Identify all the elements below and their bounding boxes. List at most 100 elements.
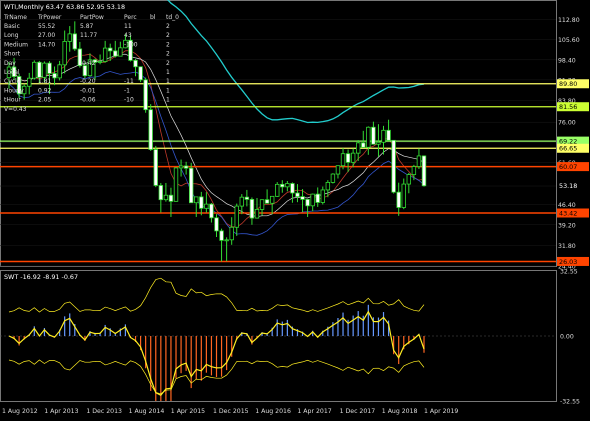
candle-body <box>62 41 67 66</box>
chart-title: WTI,Monthly 63.47 63.86 52.95 53.18 <box>4 3 125 11</box>
price-label-text: 66.65 <box>559 145 577 153</box>
candle-body <box>199 196 204 209</box>
candle-body <box>411 166 417 176</box>
candle-body <box>27 77 32 87</box>
candle-body <box>209 203 214 219</box>
legend-cell: Local <box>4 69 20 76</box>
legend-cell: -0.06 <box>80 97 96 104</box>
candle-body <box>133 59 138 68</box>
candle-body <box>350 152 356 163</box>
legend-cell: 1 <box>166 69 170 76</box>
candle-body <box>320 189 325 203</box>
candle-body <box>345 153 351 163</box>
candle-body <box>204 203 209 209</box>
chart-window: TrName TrPower PartPow Perc bl td_0 Basic 55.52… <box>0 0 590 421</box>
candle-body <box>249 199 255 219</box>
candle-body <box>406 174 412 185</box>
candle-body <box>396 191 401 208</box>
legend-cell: Hourly <box>4 87 24 94</box>
legend-cell: 1 <box>166 78 170 85</box>
time-axis: 1 Aug 2012 1 Apr 2013 1 Dec 2013 1 Aug 2014… <box>2 408 458 415</box>
price-label-text: 26.03 <box>559 258 577 266</box>
candle-body <box>254 209 260 219</box>
candle-body <box>158 185 164 201</box>
candle-body <box>401 183 406 208</box>
price-label-text: 81.56 <box>559 103 577 111</box>
candle-body <box>168 194 174 202</box>
candle-body <box>421 155 427 187</box>
legend-cell: Short <box>4 51 21 58</box>
candle-body <box>275 183 280 197</box>
legend-cell: -11 <box>124 78 134 85</box>
legend-cell: 2 <box>166 23 170 30</box>
candle-body <box>57 64 62 79</box>
candle-body <box>371 126 376 145</box>
candle-body <box>264 199 270 204</box>
y-tick-label: 31.80 <box>558 243 576 250</box>
y-tick-label: 76.00 <box>558 120 576 127</box>
candle-body <box>300 196 305 200</box>
legend-cell: 11 <box>124 23 132 30</box>
candle-body <box>178 165 184 169</box>
candle-body <box>366 126 371 148</box>
x-tick-label: 1 Dec 2013 <box>86 408 122 415</box>
candle-body <box>52 73 57 79</box>
candle-body <box>376 141 381 145</box>
legend-cell: 2 <box>166 32 170 39</box>
candle-body <box>229 226 234 241</box>
legend-header: TrPower <box>37 14 62 21</box>
candle-body <box>416 155 422 167</box>
candle-body <box>108 47 113 52</box>
candle-body <box>280 183 285 188</box>
legend-cell: 14.70 <box>38 41 55 48</box>
candle-body <box>67 33 72 42</box>
price-label-text: 60.07 <box>559 163 577 171</box>
legend-cell: 2.05 <box>38 97 52 104</box>
legend-cell: -1 <box>124 87 130 94</box>
legend-cell: Medium <box>4 41 28 48</box>
legend-cell: Day <box>4 60 16 67</box>
legend-cell: 2 <box>166 41 170 48</box>
legend-cell: 27.00 <box>38 32 55 39</box>
candle-body <box>234 205 239 228</box>
candle-body <box>269 195 275 204</box>
legend-cell: 2 <box>166 60 170 67</box>
candle-body <box>183 165 189 169</box>
candle-body <box>310 193 315 207</box>
legend-header: td_0 <box>166 14 179 21</box>
legend-cell: Basic <box>4 23 20 30</box>
candle-body <box>239 196 245 207</box>
candle-body <box>188 167 194 204</box>
candle-body <box>118 47 123 57</box>
candle-body <box>244 196 250 200</box>
candle-body <box>391 139 396 193</box>
legend-cell: 55.52 <box>38 23 55 30</box>
legend-cell: 1.81 <box>38 78 52 85</box>
legend-header: Perc <box>124 14 137 21</box>
y-tick-label: 98.40 <box>558 57 576 64</box>
candle-body <box>381 129 386 143</box>
legend-cell: 43 <box>124 32 132 39</box>
legend-cell: 5.87 <box>80 23 94 30</box>
legend-cell: Cycle <box>4 78 21 85</box>
x-tick-label: 1 Apr 2015 <box>171 408 205 415</box>
legend-cell: tHour <box>4 97 21 104</box>
legend-cell: -0.20 <box>80 78 96 85</box>
legend-cell: -0.42 <box>80 60 96 67</box>
price-label-text: 89.80 <box>559 80 577 88</box>
x-tick-label: 1 Apr 2019 <box>424 408 458 415</box>
legend-cell: Long <box>4 32 19 39</box>
legend-cell: 1 <box>166 97 170 104</box>
swt-y-tick: 32.55 <box>560 269 578 276</box>
candle-body <box>290 183 295 194</box>
x-tick-label: 1 Aug 2018 <box>382 408 418 415</box>
candle-body <box>32 61 37 79</box>
legend-cell: -10 <box>124 97 134 104</box>
candle-body <box>219 230 224 241</box>
legend-cell: 2 <box>166 51 170 58</box>
candle-body <box>386 129 391 141</box>
legend-cell: 0.92 <box>38 87 52 94</box>
legend-cell: V=0.43 <box>4 106 27 113</box>
candle-body <box>113 50 118 57</box>
candle-body <box>325 182 331 191</box>
